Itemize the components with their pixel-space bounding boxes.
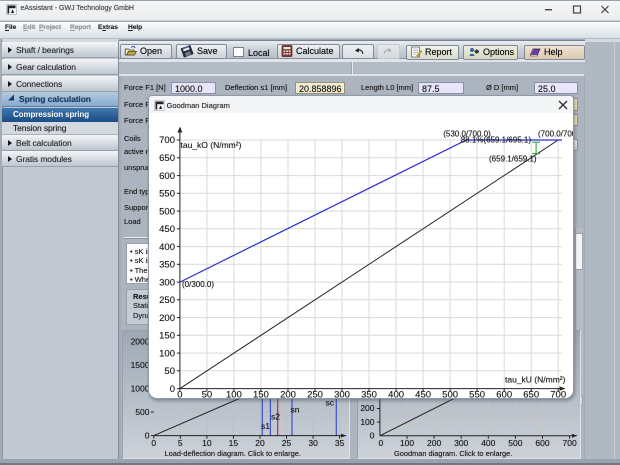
svg-text:sc: sc [326, 398, 335, 408]
svg-text:400: 400 [481, 438, 495, 448]
svg-text:0: 0 [370, 430, 375, 440]
svg-text:tau_kU (N/mm²): tau_kU (N/mm²) [505, 375, 566, 385]
svg-text:0: 0 [151, 438, 156, 448]
svg-text:450: 450 [159, 224, 175, 235]
svg-text:15: 15 [229, 438, 239, 448]
svg-text:sn: sn [291, 405, 300, 415]
svg-text:500: 500 [442, 390, 458, 399]
svg-text:tau_kO (N/mm²): tau_kO (N/mm²) [181, 140, 242, 150]
svg-text:200: 200 [360, 403, 374, 413]
svg-text:300: 300 [454, 438, 468, 448]
svg-text:(700.0/700.0): (700.0/700.0) [538, 130, 573, 139]
svg-text:600: 600 [496, 390, 512, 399]
svg-text:650: 650 [523, 390, 539, 399]
svg-text:250: 250 [307, 390, 323, 399]
svg-text:100: 100 [159, 348, 175, 359]
svg-text:200: 200 [427, 438, 441, 448]
svg-text:30: 30 [308, 438, 318, 448]
svg-text:1500: 1500 [131, 360, 150, 370]
svg-text:200: 200 [159, 313, 175, 324]
svg-text:10: 10 [202, 438, 212, 448]
svg-text:100: 100 [226, 390, 242, 399]
svg-text:0: 0 [145, 430, 150, 440]
svg-text:550: 550 [469, 390, 485, 399]
svg-text:500: 500 [135, 407, 149, 417]
svg-text:700: 700 [550, 390, 566, 399]
svg-text:s2: s2 [271, 412, 280, 422]
svg-text:100: 100 [400, 438, 414, 448]
svg-text:150: 150 [159, 331, 175, 342]
svg-text:600: 600 [159, 171, 175, 182]
svg-text:0: 0 [379, 438, 384, 448]
svg-text:5: 5 [178, 438, 183, 448]
svg-text:88.1%(659.1/695.1): 88.1%(659.1/695.1) [461, 136, 532, 145]
svg-text:700: 700 [563, 438, 577, 448]
svg-text:400: 400 [159, 242, 175, 253]
svg-text:400: 400 [388, 390, 404, 399]
svg-text:50: 50 [164, 366, 175, 377]
svg-text:350: 350 [361, 390, 377, 399]
svg-text:(659.1/659.1): (659.1/659.1) [489, 155, 537, 164]
svg-text:200: 200 [280, 390, 296, 399]
svg-text:600: 600 [535, 438, 549, 448]
svg-text:550: 550 [159, 189, 175, 200]
svg-text:650: 650 [159, 153, 175, 164]
svg-text:35: 35 [335, 438, 345, 448]
svg-text:300: 300 [159, 277, 175, 288]
svg-text:s1: s1 [261, 421, 270, 431]
svg-text:0: 0 [170, 384, 175, 395]
svg-text:500: 500 [159, 206, 175, 217]
svg-text:150: 150 [253, 390, 269, 399]
svg-text:0: 0 [177, 390, 182, 399]
svg-text:350: 350 [159, 260, 175, 271]
svg-text:500: 500 [508, 438, 522, 448]
svg-text:1000: 1000 [131, 383, 150, 393]
svg-text:2000: 2000 [131, 336, 150, 346]
svg-text:700: 700 [159, 135, 175, 146]
svg-text:50: 50 [202, 390, 213, 399]
svg-text:(0/300.0): (0/300.0) [182, 280, 214, 289]
svg-text:450: 450 [415, 390, 431, 399]
svg-text:250: 250 [159, 295, 175, 306]
svg-text:25: 25 [282, 438, 292, 448]
svg-text:100: 100 [360, 417, 374, 427]
svg-text:20: 20 [255, 438, 265, 448]
svg-text:300: 300 [334, 390, 350, 399]
